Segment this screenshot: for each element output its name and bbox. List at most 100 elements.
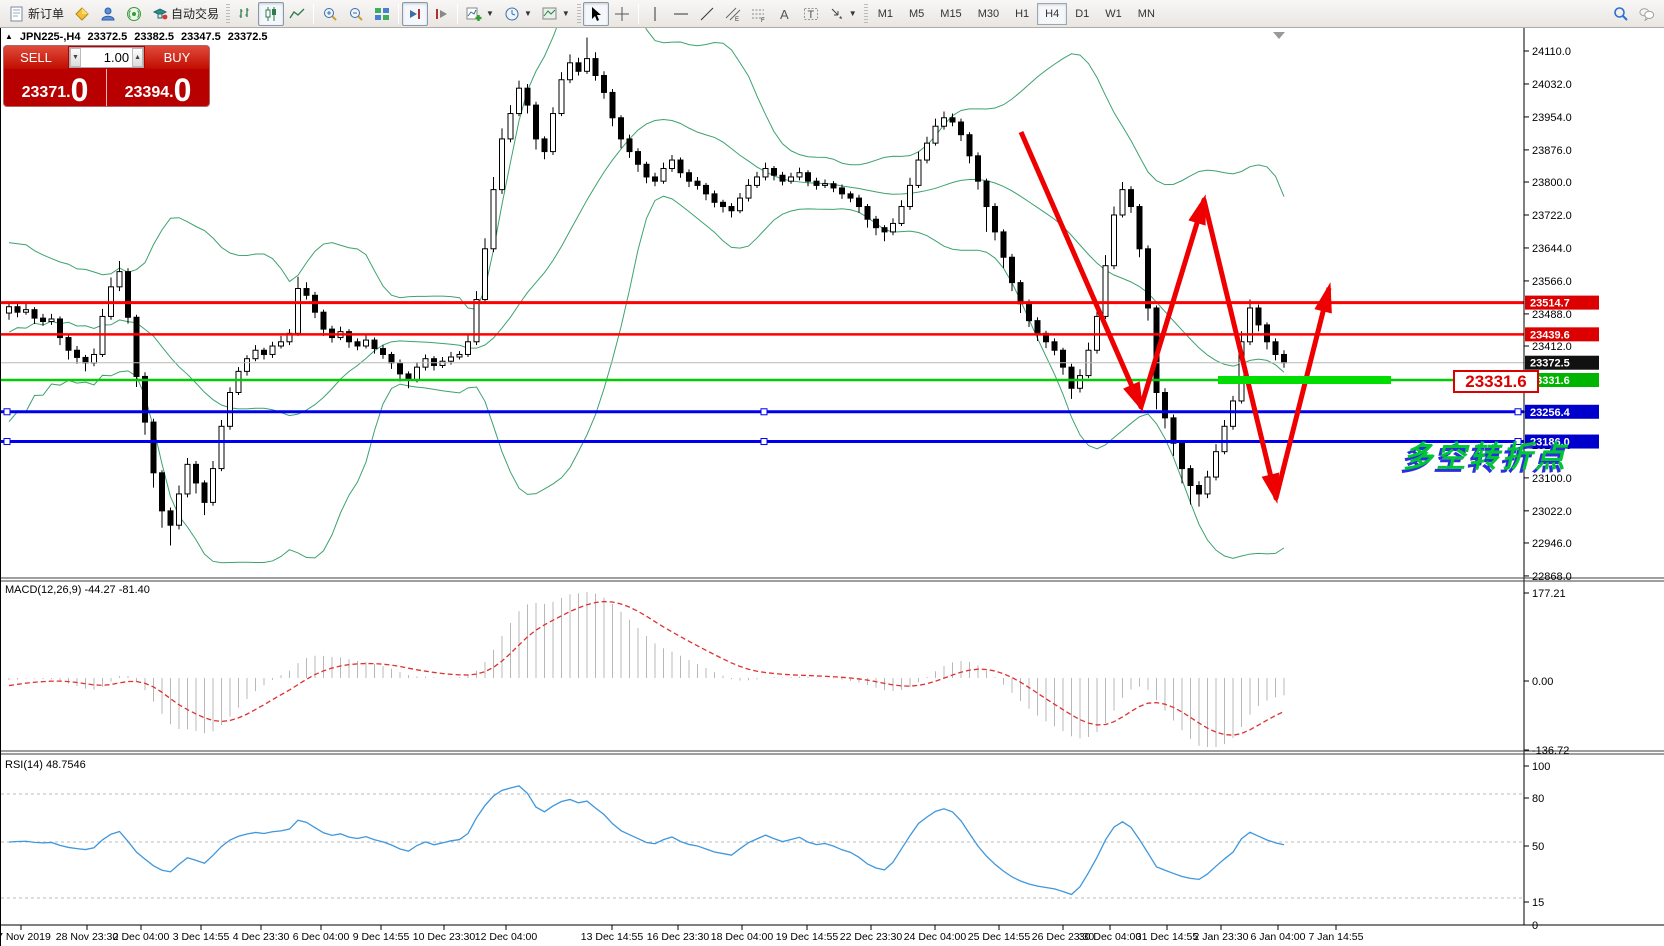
timeframe-m1[interactable]: M1: [870, 3, 901, 25]
svg-text:23800.0: 23800.0: [1532, 177, 1572, 189]
svg-text:0: 0: [1532, 920, 1538, 932]
timeframe-d1[interactable]: D1: [1067, 3, 1097, 25]
main-toolbar: 新订单 自动交易: [0, 0, 1664, 28]
svg-text:13 Dec 14:55: 13 Dec 14:55: [581, 931, 644, 943]
trendline-button[interactable]: [694, 2, 720, 26]
chat-button[interactable]: [1634, 2, 1660, 26]
svg-text:3 Dec 14:55: 3 Dec 14:55: [173, 931, 230, 943]
equidistant-channel-button[interactable]: E: [720, 2, 746, 26]
candlestick-chart-button[interactable]: [258, 2, 284, 26]
volume-input[interactable]: [81, 48, 132, 67]
buy-price[interactable]: 23394 . 0: [107, 69, 209, 106]
toolbar-separator: [398, 4, 399, 24]
zoom-out-icon: [348, 6, 364, 22]
horizontal-line-button[interactable]: [668, 2, 694, 26]
svg-text:6 Jan 04:00: 6 Jan 04:00: [1251, 931, 1306, 943]
svg-text:19 Dec 14:55: 19 Dec 14:55: [776, 931, 839, 943]
svg-text:23412.0: 23412.0: [1532, 341, 1572, 353]
svg-text:10 Dec 23:30: 10 Dec 23:30: [413, 931, 476, 943]
macd-name: MACD(12,26,9): [5, 584, 81, 596]
text-label-button[interactable]: T: [798, 2, 824, 26]
line-chart-button[interactable]: [284, 2, 310, 26]
zigzag-annotation[interactable]: [1021, 132, 1332, 504]
svg-text:16 Dec 23:30: 16 Dec 23:30: [647, 931, 710, 943]
svg-text:31 Dec 14:55: 31 Dec 14:55: [1136, 931, 1199, 943]
auto-scroll-button[interactable]: [402, 2, 428, 26]
svg-text:22946.0: 22946.0: [1532, 538, 1572, 550]
sell-button[interactable]: SELL: [4, 46, 68, 69]
fibonacci-button[interactable]: F: [746, 2, 772, 26]
templates-dropdown-arrow: ▼: [562, 9, 570, 18]
bar-open-value: 23372.5: [87, 31, 127, 43]
text-button[interactable]: A: [772, 2, 798, 26]
indicators-button[interactable]: ▼: [461, 2, 499, 26]
arrows-icon: [829, 6, 845, 22]
crosshair-button[interactable]: [609, 2, 635, 26]
rsi-value: 48.7546: [46, 759, 86, 771]
timeframe-mn[interactable]: MN: [1130, 3, 1163, 25]
svg-text:23876.0: 23876.0: [1532, 145, 1572, 157]
arrows-button[interactable]: ▼: [824, 2, 862, 26]
timeframe-w1[interactable]: W1: [1097, 3, 1130, 25]
price-callout-label[interactable]: 23331.6: [1453, 370, 1539, 393]
svg-text:-136.72: -136.72: [1532, 745, 1569, 757]
zoom-in-icon: [322, 6, 338, 22]
text-label-icon: T: [803, 6, 819, 22]
timeframe-m5[interactable]: M5: [901, 3, 932, 25]
cursor-icon: [588, 6, 604, 22]
macd-values: -44.27 -81.40: [84, 584, 149, 596]
timeframe-m30[interactable]: M30: [970, 3, 1007, 25]
svg-text:2 Dec 04:00: 2 Dec 04:00: [113, 931, 170, 943]
collapse-panel-arrow[interactable]: ▲: [5, 32, 13, 43]
cursor-button[interactable]: [583, 2, 609, 26]
rsi-label: RSI(14) 48.7546: [5, 759, 86, 771]
svg-text:E: E: [735, 17, 739, 22]
bar-close-value: 23372.5: [228, 31, 268, 43]
periods-button[interactable]: ▼: [499, 2, 537, 26]
bar-low-value: 23347.5: [181, 31, 221, 43]
bar-high-value: 23382.5: [134, 31, 174, 43]
rsi-name: RSI(14): [5, 759, 43, 771]
bar-chart-button[interactable]: [232, 2, 258, 26]
sell-price[interactable]: 23371 . 0: [4, 69, 107, 106]
highlight-bar[interactable]: [1218, 376, 1453, 384]
gold-button[interactable]: [69, 2, 95, 26]
buy-button[interactable]: BUY: [145, 46, 209, 69]
svg-text:23022.0: 23022.0: [1532, 506, 1572, 518]
search-button[interactable]: [1608, 2, 1634, 26]
account-button[interactable]: [95, 2, 121, 26]
sell-price-pips: 0: [71, 77, 89, 104]
timeframe-h4[interactable]: H4: [1037, 3, 1067, 25]
svg-text:23566.0: 23566.0: [1532, 276, 1572, 288]
new-order-icon: [9, 6, 25, 22]
timeframe-h1[interactable]: H1: [1007, 3, 1037, 25]
svg-text:18 Dec 04:00: 18 Dec 04:00: [711, 931, 774, 943]
turning-point-annotation[interactable]: 多空转折点: [1403, 432, 1568, 476]
chart-canvas[interactable]: 24110.024032.023954.023876.023800.023722…: [1, 28, 1664, 946]
vertical-line-icon: [647, 6, 663, 22]
toolbar-grip: [577, 4, 581, 24]
autotrading-button[interactable]: 自动交易: [147, 2, 224, 26]
timeframe-m15[interactable]: M15: [932, 3, 969, 25]
templates-button[interactable]: ▼: [537, 2, 575, 26]
svg-text:9 Dec 14:55: 9 Dec 14:55: [353, 931, 410, 943]
volume-increase-button[interactable]: ▲: [132, 48, 143, 67]
chart-shift-button[interactable]: [428, 2, 454, 26]
bar-chart-icon: [237, 6, 253, 22]
svg-text:27 Nov 2019: 27 Nov 2019: [1, 931, 51, 943]
new-order-button[interactable]: 新订单: [4, 2, 69, 26]
vertical-line-button[interactable]: [642, 2, 668, 26]
svg-text:12 Dec 04:00: 12 Dec 04:00: [475, 931, 538, 943]
toolbar-separator: [638, 4, 639, 24]
svg-text:23488.0: 23488.0: [1532, 309, 1572, 321]
svg-text:25 Dec 14:55: 25 Dec 14:55: [968, 931, 1031, 943]
zoom-in-button[interactable]: [317, 2, 343, 26]
zoom-out-button[interactable]: [343, 2, 369, 26]
tile-windows-button[interactable]: [369, 2, 395, 26]
macd-label: MACD(12,26,9) -44.27 -81.40: [5, 584, 150, 596]
volume-decrease-button[interactable]: ▼: [70, 48, 81, 67]
toolbar-grip: [864, 4, 868, 24]
one-click-trading-panel: SELL ▼ ▲ BUY 23371 . 0 23394 . 0: [4, 46, 209, 106]
chat-icon: [1639, 6, 1655, 22]
signals-button[interactable]: [121, 2, 147, 26]
